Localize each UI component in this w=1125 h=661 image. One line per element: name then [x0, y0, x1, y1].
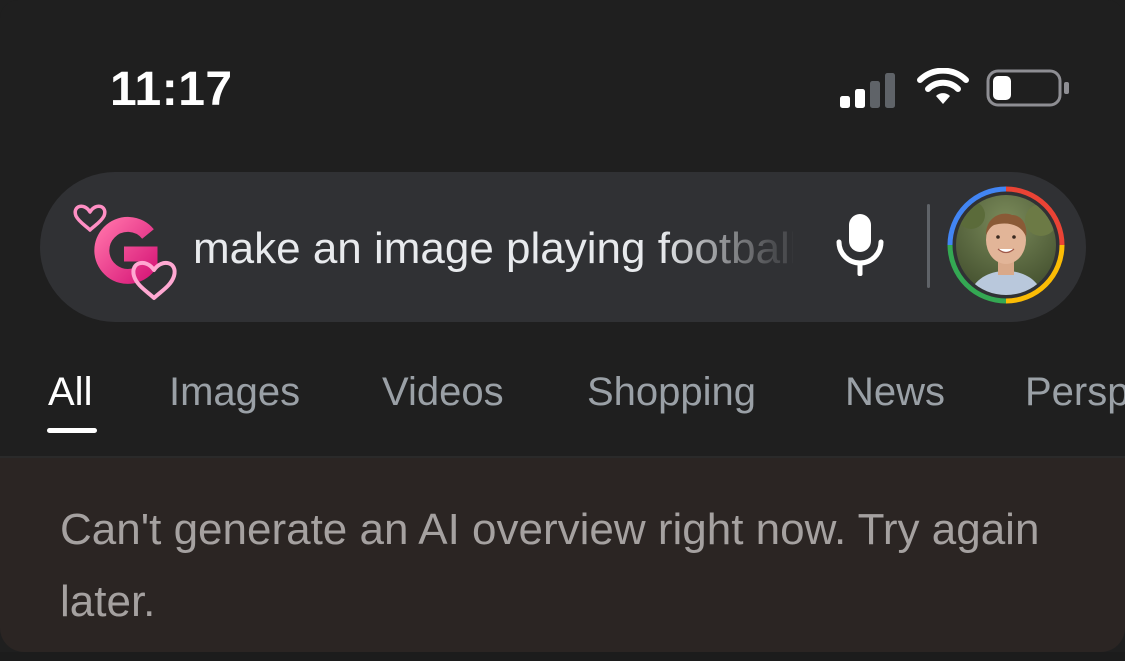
search-input[interactable]: make an image playing football: [193, 224, 793, 280]
active-tab-indicator: [47, 428, 97, 433]
bottom-divider: [0, 652, 1125, 661]
tab-news[interactable]: News: [845, 370, 945, 415]
battery-low-icon: [986, 69, 1069, 107]
app-frame: 11:17 make an image playing football All…: [0, 0, 1125, 661]
tab-images[interactable]: Images: [169, 370, 300, 415]
search-divider: [927, 204, 930, 288]
tab-videos[interactable]: Videos: [382, 370, 504, 415]
search-tabs: All Images Videos Shopping News Perspect…: [0, 340, 1125, 458]
status-time: 11:17: [110, 63, 233, 116]
wifi-icon: [917, 68, 969, 104]
cellular-signal-icon: [840, 73, 895, 108]
tab-shopping[interactable]: Shopping: [587, 370, 756, 415]
status-bar: 11:17: [0, 0, 1125, 150]
tab-all[interactable]: All: [48, 370, 92, 415]
profile-avatar[interactable]: [946, 185, 1066, 305]
microphone-icon[interactable]: [832, 212, 888, 278]
ai-overview-panel: Can't generate an AI overview right now.…: [0, 458, 1125, 652]
ai-overview-error-message: Can't generate an AI overview right now.…: [60, 505, 1040, 626]
tab-perspectives[interactable]: Perspectives: [1025, 370, 1125, 415]
google-g-hearts-icon[interactable]: [72, 200, 182, 305]
